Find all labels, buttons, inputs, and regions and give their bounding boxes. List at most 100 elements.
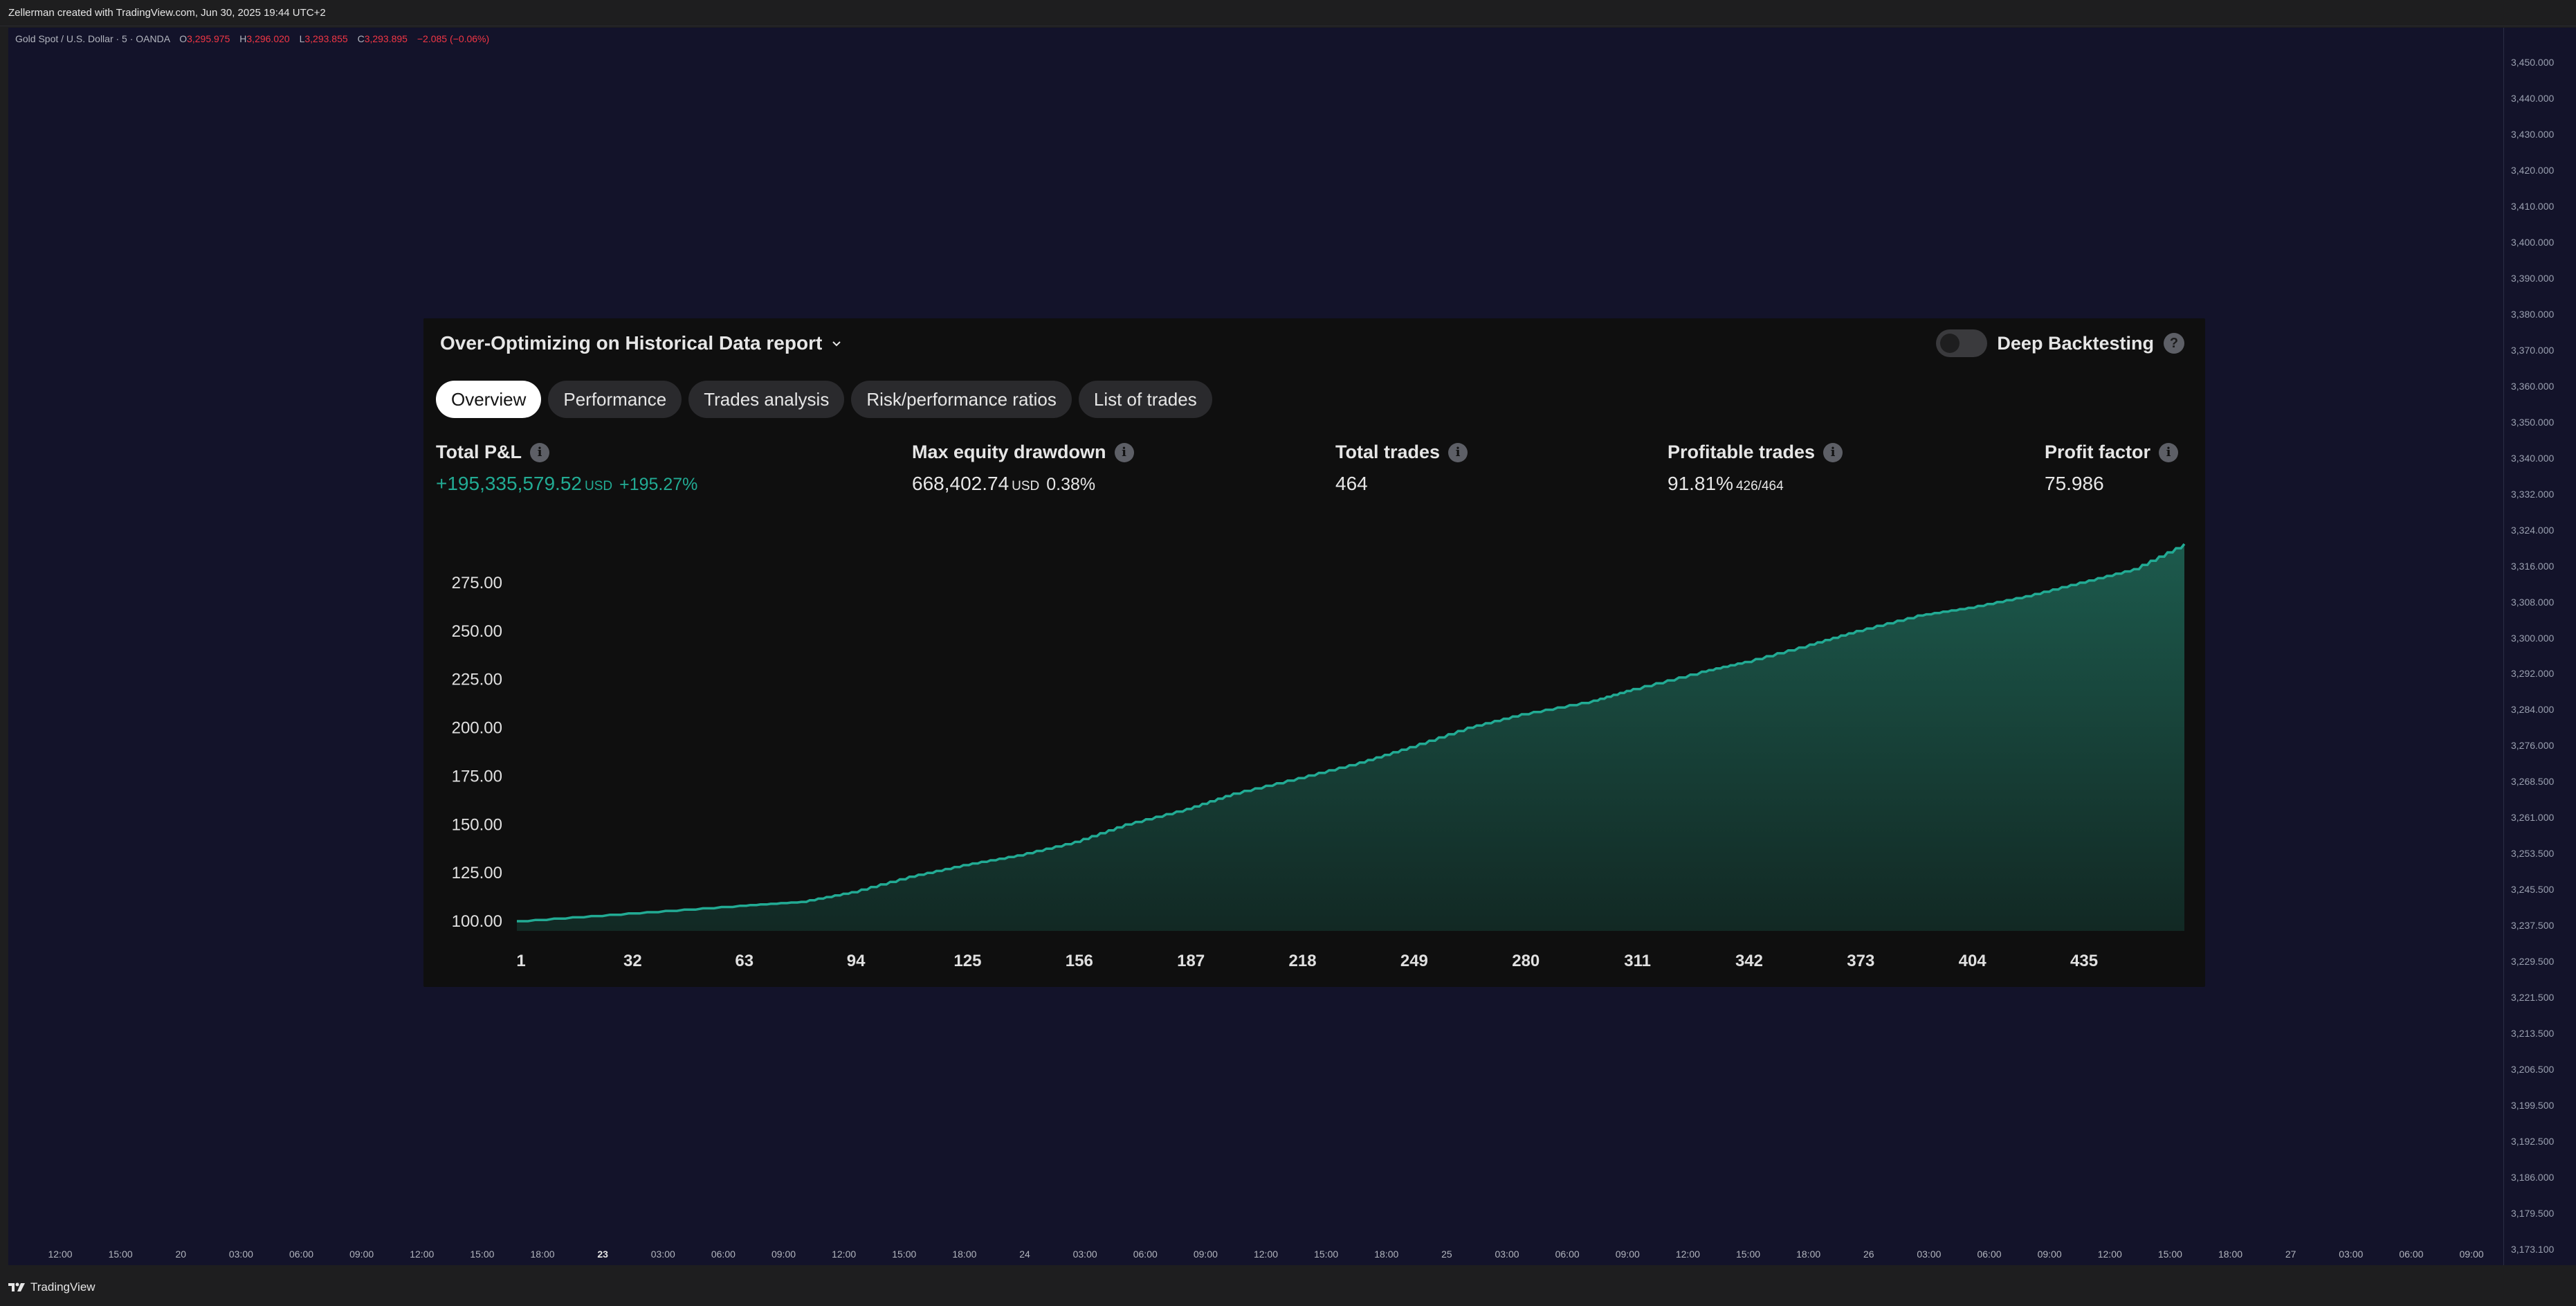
x-tick-label: 94: [847, 952, 866, 970]
x-tick-label: 156: [1066, 952, 1093, 970]
price-scale-label: 3,390.000: [2511, 272, 2555, 284]
high-label: H: [239, 33, 247, 44]
price-scale-label: 3,430.000: [2511, 128, 2555, 140]
price-scale-label: 3,410.000: [2511, 200, 2555, 212]
metric-total-pnl: Total P&L i +195,335,579.52 USD +195.27%: [436, 442, 697, 495]
time-axis-label: 15:00: [470, 1249, 495, 1260]
tab-overview[interactable]: Overview: [436, 381, 542, 418]
price-scale-label: 3,340.000: [2511, 452, 2555, 464]
x-tick-label: 1: [516, 952, 525, 970]
tab-list-of-trades[interactable]: List of trades: [1078, 381, 1212, 418]
time-axis-label: 03:00: [1917, 1249, 1942, 1260]
info-icon[interactable]: i: [530, 442, 549, 462]
time-axis-label: 15:00: [2157, 1249, 2182, 1260]
time-axis-label: 09:00: [2459, 1249, 2484, 1260]
price-scale-label: 3,192.500: [2511, 1136, 2555, 1148]
total-pnl-value: +195,335,579.52: [436, 473, 582, 494]
brand-label: TradingView: [30, 1280, 95, 1294]
tab-performance[interactable]: Performance: [548, 381, 682, 418]
y-tick-label: 100.00: [452, 912, 502, 931]
price-scale-label: 3,206.500: [2511, 1064, 2555, 1076]
max-drawdown-value: 668,402.74: [912, 473, 1010, 494]
price-scale[interactable]: 3,450.000 3,440.000 3,430.000 3,420.000 3,41…: [2503, 28, 2576, 1265]
time-axis[interactable]: 12:00 15:00 20 03:00 06:00 09:00 12:00 15:00 18:…: [8, 1246, 2503, 1265]
time-axis-label: 26: [1863, 1249, 1874, 1260]
profitable-trades-ratio: 426/464: [1735, 479, 1784, 493]
profitable-trades-label: Profitable trades: [1668, 442, 1816, 462]
price-scale-label: 3,292.000: [2511, 668, 2555, 680]
price-scale-label: 3,324.000: [2511, 524, 2555, 536]
x-tick-label: 404: [1959, 952, 1987, 970]
price-scale-label: 3,237.500: [2511, 920, 2555, 932]
low-value: 3,293.855: [304, 33, 348, 44]
time-axis-label: 09:00: [1615, 1249, 1640, 1260]
price-scale-label: 3,221.500: [2511, 992, 2555, 1004]
y-tick-label: 175.00: [452, 767, 502, 786]
price-scale-label: 3,199.500: [2511, 1100, 2555, 1112]
time-axis-label: 18:00: [1374, 1249, 1399, 1260]
y-tick-label: 250.00: [452, 622, 502, 641]
price-scale-label: 3,261.000: [2511, 812, 2555, 824]
price-scale-label: 3,316.000: [2511, 560, 2555, 572]
footer: TradingView: [0, 1267, 2576, 1306]
info-icon[interactable]: i: [1823, 442, 1843, 462]
tab-trades-analysis[interactable]: Trades analysis: [688, 381, 845, 418]
time-axis-label: 12:00: [2097, 1249, 2122, 1260]
report-title-dropdown[interactable]: Over-Optimizing on Historical Data repor…: [440, 332, 843, 354]
info-icon[interactable]: i: [1448, 442, 1468, 462]
x-tick-label: 249: [1400, 952, 1428, 970]
total-trades-label: Total trades: [1335, 442, 1441, 462]
y-axis: 100.00 125.00 150.00 175.00 200.00 225.00 250.…: [452, 574, 502, 931]
time-axis-label: 09:00: [2037, 1249, 2062, 1260]
high-value: 3,296.020: [246, 33, 290, 44]
equity-area: [517, 544, 2184, 931]
time-axis-label: 15:00: [1735, 1249, 1761, 1260]
time-axis-label: 09:00: [1193, 1249, 1218, 1260]
time-axis-label: 15:00: [892, 1249, 917, 1260]
info-icon[interactable]: i: [2159, 442, 2179, 462]
deep-backtesting-control: Deep Backtesting ?: [1936, 329, 2184, 357]
total-pnl-label: Total P&L: [436, 442, 522, 462]
attribution-text: Zellerman created with TradingView.com, …: [8, 7, 326, 19]
metric-profit-factor: Profit factor i 75.986: [2045, 442, 2179, 495]
price-scale-label: 3,276.000: [2511, 740, 2555, 752]
metric-max-drawdown: Max equity drawdown i 668,402.74 USD 0.38%: [912, 442, 1134, 495]
time-axis-label: 23: [597, 1249, 608, 1260]
deep-backtesting-toggle[interactable]: [1936, 329, 1988, 357]
time-axis-label: 15:00: [1314, 1249, 1339, 1260]
time-axis-label: 06:00: [711, 1249, 736, 1260]
x-tick-label: 342: [1735, 952, 1763, 970]
time-axis-label: 03:00: [1072, 1249, 1097, 1260]
change-value: −2.085 (−0.06%): [417, 33, 490, 44]
equity-curve-chart[interactable]: 100.00 125.00 150.00 175.00 200.00 225.00 250.…: [423, 526, 2205, 983]
tab-risk-performance-ratios[interactable]: Risk/performance ratios: [851, 381, 1072, 418]
total-pnl-percent: +195.27%: [619, 475, 698, 494]
time-axis-label: 12:00: [832, 1249, 857, 1260]
price-scale-label: 3,360.000: [2511, 380, 2555, 392]
info-icon[interactable]: i: [1114, 442, 1134, 462]
time-axis-label: 06:00: [289, 1249, 314, 1260]
time-axis-label: 18:00: [2218, 1249, 2243, 1260]
y-tick-label: 125.00: [452, 864, 502, 882]
price-scale-label: 3,350.000: [2511, 416, 2555, 428]
max-drawdown-unit: USD: [1012, 479, 1040, 493]
tradingview-brand[interactable]: TradingView: [8, 1280, 95, 1294]
time-axis-label: 18:00: [1796, 1249, 1821, 1260]
x-tick-label: 311: [1624, 952, 1651, 970]
time-axis-label: 15:00: [108, 1249, 133, 1260]
x-tick-label: 280: [1512, 952, 1540, 970]
x-tick-label: 218: [1289, 952, 1317, 970]
time-axis-label: 03:00: [1495, 1249, 1519, 1260]
open-label: O: [179, 33, 188, 44]
help-icon[interactable]: ?: [2164, 333, 2184, 354]
price-scale-label: 3,332.000: [2511, 488, 2555, 500]
time-axis-label: 03:00: [228, 1249, 253, 1260]
open-value: 3,295.975: [187, 33, 230, 44]
tradingview-logo-icon: [8, 1282, 25, 1291]
price-scale-label: 3,308.000: [2511, 596, 2555, 608]
symbol-legend: Gold Spot / U.S. Dollar · 5 · OANDA O3,2…: [15, 33, 489, 44]
symbol-name: Gold Spot / U.S. Dollar · 5 · OANDA: [15, 33, 170, 44]
price-scale-label: 3,173.100: [2511, 1244, 2555, 1255]
price-scale-label: 3,370.000: [2511, 344, 2555, 356]
max-drawdown-percent: 0.38%: [1046, 475, 1096, 494]
